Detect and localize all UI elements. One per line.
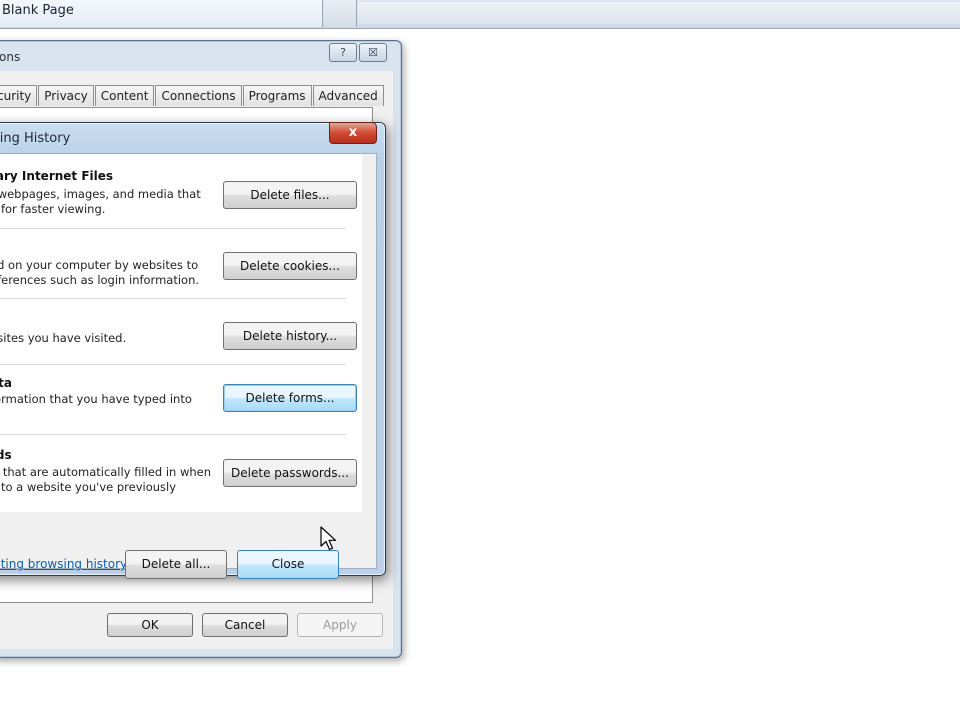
temp-files-desc-2: d for faster viewing. bbox=[0, 202, 106, 216]
browser-tab-blank-page[interactable]: Blank Page bbox=[0, 0, 323, 27]
history-desc-1: bsites you have visited. bbox=[0, 331, 127, 345]
delete-passwords-button[interactable]: Delete passwords... bbox=[223, 459, 357, 487]
tab-security[interactable]: curity bbox=[0, 85, 38, 106]
internet-options-title: ons bbox=[0, 50, 21, 64]
tab-content[interactable]: Content bbox=[94, 85, 155, 106]
delete-history-title: sing History bbox=[0, 131, 71, 146]
apply-button[interactable]: Apply bbox=[297, 613, 383, 637]
cookies-desc-2: eferences such as login information. bbox=[0, 273, 200, 287]
mouse-pointer-icon bbox=[320, 526, 337, 551]
delete-all-button[interactable]: Delete all... bbox=[125, 550, 227, 579]
internet-options-footer: OK Cancel Apply bbox=[0, 611, 393, 647]
internet-options-tabs: curity Privacy Content Connections Progr… bbox=[0, 85, 385, 107]
tab-privacy[interactable]: Privacy bbox=[38, 85, 94, 106]
delete-history-content: rary Internet Files f webpages, images, … bbox=[0, 153, 377, 579]
temp-files-title: rary Internet Files bbox=[0, 169, 114, 183]
delete-browsing-history-dialog: sing History x rary Internet Files f web… bbox=[0, 122, 386, 579]
section-divider bbox=[0, 298, 346, 299]
temp-files-desc-1: f webpages, images, and media that bbox=[0, 187, 201, 201]
passwords-desc-2: n to a website you've previously bbox=[0, 480, 177, 494]
delete-history-button[interactable]: Delete history... bbox=[223, 322, 357, 350]
delete-cookies-button[interactable]: Delete cookies... bbox=[223, 252, 357, 280]
form-data-title: ata bbox=[0, 376, 12, 390]
help-button[interactable]: ? bbox=[329, 43, 357, 62]
close-icon[interactable]: x bbox=[329, 122, 377, 144]
tab-strip-empty-area bbox=[358, 2, 960, 24]
cookies-desc-1: ed on your computer by websites to bbox=[0, 258, 199, 272]
close-button[interactable]: Close bbox=[237, 550, 339, 579]
section-divider bbox=[0, 228, 346, 229]
browser-tab-title: Blank Page bbox=[2, 3, 74, 18]
passwords-desc-1: ls that are automatically filled in when bbox=[0, 465, 212, 479]
tab-advanced[interactable]: Advanced bbox=[312, 85, 384, 106]
tab-connections[interactable]: Connections bbox=[155, 85, 242, 106]
section-divider bbox=[0, 434, 346, 435]
new-tab-button[interactable] bbox=[324, 0, 357, 27]
form-data-desc-1: formation that you have typed into bbox=[0, 392, 192, 406]
tab-programs[interactable]: Programs bbox=[242, 85, 312, 106]
close-icon[interactable]: ☒ bbox=[359, 43, 387, 62]
cancel-button[interactable]: Cancel bbox=[202, 613, 288, 637]
section-divider bbox=[0, 364, 346, 365]
delete-forms-button[interactable]: Delete forms... bbox=[223, 384, 357, 412]
delete-files-button[interactable]: Delete files... bbox=[223, 181, 357, 209]
delete-history-options: rary Internet Files f webpages, images, … bbox=[0, 154, 362, 512]
browser-tab-strip: Blank Page bbox=[0, 0, 960, 29]
ok-button[interactable]: OK bbox=[107, 613, 193, 637]
passwords-title: rds bbox=[0, 448, 12, 462]
help-link-deleting-history[interactable]: leting browsing history bbox=[0, 557, 127, 571]
internet-options-title-buttons: ? ☒ bbox=[327, 43, 387, 62]
